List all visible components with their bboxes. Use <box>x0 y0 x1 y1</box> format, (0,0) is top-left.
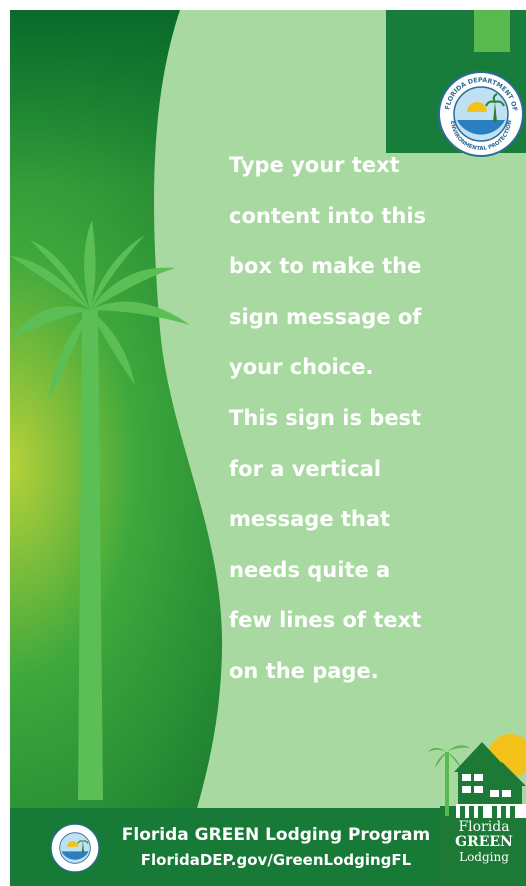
message-line: few lines of text <box>229 608 422 633</box>
message-line: your choice. <box>229 355 374 380</box>
message-line: sign message of <box>229 304 422 329</box>
message-line: on the page. <box>229 658 379 683</box>
logo-word-green: GREEN <box>455 834 513 850</box>
message-line: message that <box>229 507 391 532</box>
message-line: This sign is best <box>229 405 422 430</box>
message-line: Type your text <box>229 153 400 177</box>
footer-text: Florida GREEN Lodging Program FloridaDEP… <box>116 822 436 872</box>
program-url[interactable]: FloridaDEP.gov/GreenLodgingFL <box>116 848 436 872</box>
message-line: needs quite a <box>229 557 391 582</box>
message-line: box to make the <box>229 254 422 279</box>
sign-message: Type your text content into this box to … <box>229 140 479 697</box>
logo-word-florida: Florida <box>458 819 510 835</box>
logo-accent-tab <box>474 10 510 52</box>
footer-bar: Florida GREEN Lodging Program FloridaDEP… <box>10 808 440 886</box>
program-name: Florida GREEN Lodging Program <box>121 825 431 845</box>
logo-word-lodging: Lodging <box>459 850 509 864</box>
footer-dep-seal-icon <box>50 823 100 873</box>
green-lodging-wordmark: Florida GREEN Lodging <box>442 820 526 865</box>
message-line: content into this <box>229 203 427 228</box>
message-line: for a vertical <box>229 456 382 481</box>
